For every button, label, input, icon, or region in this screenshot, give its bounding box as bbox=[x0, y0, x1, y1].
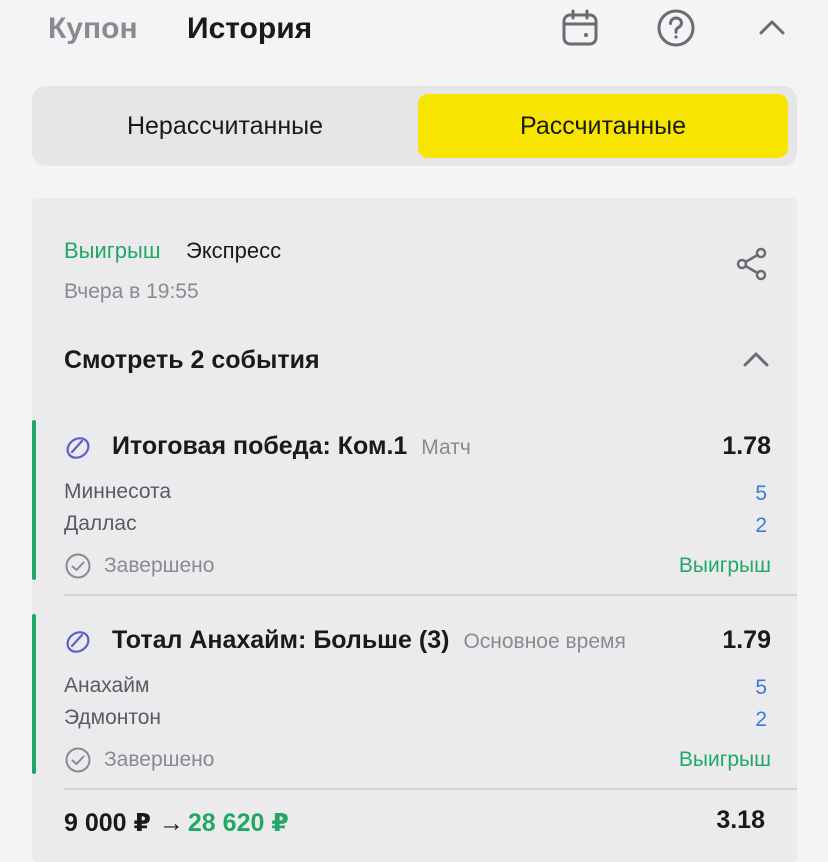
score-away: 2 bbox=[755, 514, 767, 537]
event-market-label: Тотал Анахайм: Больше (3) bbox=[112, 626, 450, 654]
bet-amounts: 9 000 ₽ → 28 620 ₽ bbox=[64, 808, 289, 838]
score-home: 5 bbox=[755, 482, 767, 505]
chevron-up-icon[interactable] bbox=[738, 344, 774, 374]
header: Купон История bbox=[0, 0, 828, 62]
event-result: Выигрыш bbox=[678, 748, 771, 771]
event-accent-bar bbox=[32, 614, 36, 774]
event-market: Тотал Анахайм: Больше (3) Основное время bbox=[112, 626, 626, 655]
total-odds: 3.18 bbox=[716, 806, 765, 834]
event-status: Завершено bbox=[104, 554, 215, 577]
payout-amount: 28 620 ₽ bbox=[187, 809, 289, 837]
event-item: Тотал Анахайм: Больше (3) Основное время … bbox=[32, 614, 797, 774]
bet-card: Выигрыш Экспресс Вчера в 19:55 Смотреть … bbox=[32, 198, 797, 862]
stake-amount: 9 000 ₽ bbox=[64, 809, 151, 837]
score-away: 2 bbox=[755, 708, 767, 731]
team-away: Даллас bbox=[64, 512, 137, 535]
event-period: Основное время bbox=[463, 630, 626, 653]
event-result: Выигрыш bbox=[678, 554, 771, 577]
divider bbox=[64, 788, 797, 790]
events-toggle[interactable]: Смотреть 2 события bbox=[64, 346, 320, 375]
calendar-icon[interactable] bbox=[560, 8, 600, 48]
bet-time: Вчера в 19:55 bbox=[64, 280, 199, 303]
event-period: Матч bbox=[421, 436, 471, 459]
check-circle-icon bbox=[64, 746, 92, 774]
tab-history[interactable]: История bbox=[187, 12, 312, 46]
tab-coupon[interactable]: Купон bbox=[48, 12, 138, 46]
team-home: Миннесота bbox=[64, 480, 172, 503]
event-market-label: Итоговая победа: Ком.1 bbox=[112, 432, 408, 460]
event-status: Завершено bbox=[104, 748, 215, 771]
event-item: Итоговая победа: Ком.1 Матч 1.78 Миннесот… bbox=[32, 420, 797, 580]
event-market: Итоговая победа: Ком.1 Матч bbox=[112, 432, 471, 461]
hockey-puck-icon bbox=[64, 628, 92, 656]
divider bbox=[64, 594, 797, 596]
bet-status: Выигрыш bbox=[64, 238, 161, 263]
hockey-puck-icon bbox=[64, 434, 92, 462]
event-accent-bar bbox=[32, 420, 36, 580]
help-icon[interactable] bbox=[656, 8, 696, 48]
event-odds: 1.78 bbox=[722, 432, 771, 460]
team-home: Анахайм bbox=[64, 674, 150, 697]
check-circle-icon bbox=[64, 552, 92, 580]
score-home: 5 bbox=[755, 676, 767, 699]
settled-tab[interactable]: Рассчитанные bbox=[418, 94, 788, 158]
unsettled-tab[interactable]: Нерассчитанные bbox=[40, 94, 410, 158]
arrow-right-icon: → bbox=[158, 809, 184, 837]
team-away: Эдмонтон bbox=[64, 706, 162, 729]
bet-filter-segment: Нерассчитанные Рассчитанные bbox=[32, 86, 797, 166]
share-icon[interactable] bbox=[732, 244, 772, 284]
chevron-up-icon[interactable] bbox=[752, 8, 792, 48]
bet-type: Экспресс bbox=[186, 238, 282, 263]
event-odds: 1.79 bbox=[722, 626, 771, 654]
